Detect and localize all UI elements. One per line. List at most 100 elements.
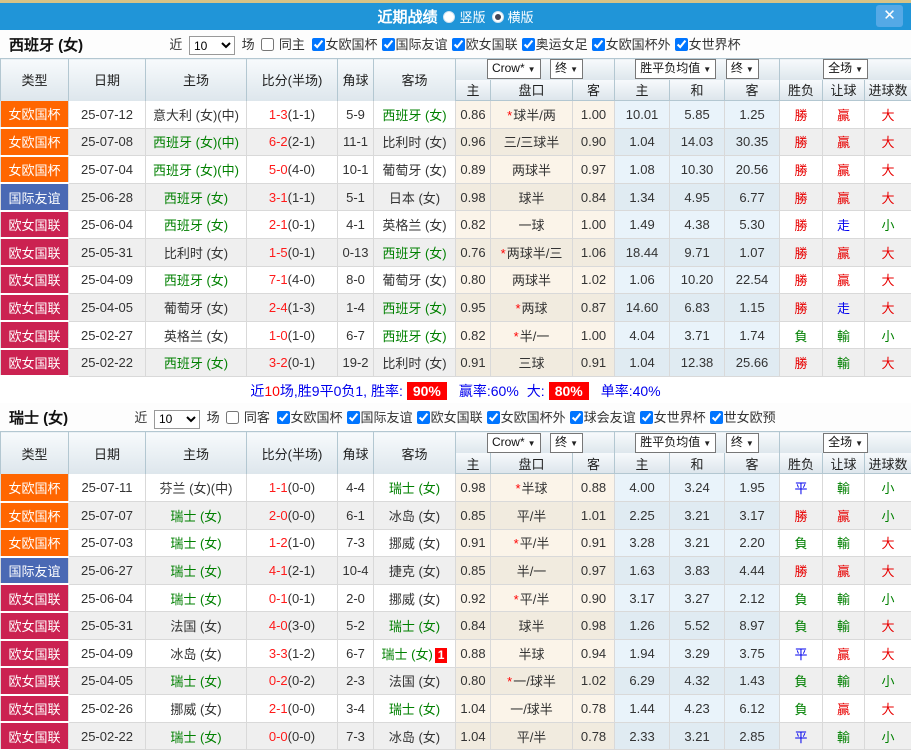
- avg-home-odds: 1.49: [614, 210, 671, 239]
- corners: 19-2: [337, 348, 374, 377]
- avg-away-odds: 6.77: [724, 183, 781, 212]
- competition-filter[interactable]: 女世界杯: [672, 37, 741, 52]
- home-odds: 0.91: [455, 529, 491, 558]
- match-type-badge: 欧女国联: [0, 611, 69, 641]
- competition-checkbox[interactable]: [591, 38, 605, 51]
- handicap-outcome: 贏: [822, 238, 866, 267]
- handicap-line: *一/球半: [490, 667, 573, 696]
- competition-checkbox[interactable]: [486, 411, 500, 425]
- handicap-outcome: 輸: [822, 667, 866, 696]
- match-count-select[interactable]: 10: [189, 36, 235, 56]
- match-score: 1-2(1-0): [246, 529, 338, 558]
- match-row: 欧女国联 25-04-05 瑞士 (女) 0-2(0-2) 2-3 法国 (女) 0.80 *…: [0, 667, 911, 696]
- competition-filter[interactable]: 球会友谊: [567, 410, 636, 425]
- corners: 1-4: [337, 293, 374, 322]
- result-outcome: 平: [779, 473, 824, 503]
- close-icon[interactable]: ✕: [876, 5, 903, 27]
- competition-checkbox[interactable]: [311, 38, 325, 51]
- competition-label: 欧女国联: [430, 410, 483, 426]
- away-team: 瑞士 (女): [373, 694, 456, 723]
- avg-away-odds: 2.12: [724, 584, 781, 613]
- match-score: 2-0(0-0): [246, 501, 338, 530]
- competition-filter[interactable]: 女欧国杯: [274, 410, 343, 425]
- odds-source-dropdown[interactable]: Crow* ▼: [486, 59, 541, 80]
- competition-filter[interactable]: 女世界杯: [637, 410, 706, 425]
- competition-checkbox[interactable]: [276, 411, 290, 425]
- handicap-line: 半球: [490, 639, 573, 668]
- avg-draw-odds: 5.85: [669, 100, 726, 129]
- match-date: 25-07-03: [68, 529, 146, 558]
- vertical-layout-label[interactable]: 竖版: [459, 7, 485, 26]
- match-row: 国际友谊 25-06-27 瑞士 (女) 4-1(2-1) 10-4 捷克 (女) 0.85…: [0, 556, 911, 586]
- avg-away-odds: 4.44: [724, 556, 781, 585]
- competition-checkbox[interactable]: [451, 38, 465, 51]
- match-date: 25-05-31: [68, 611, 146, 640]
- odds-source-dropdown[interactable]: Crow* ▼: [486, 432, 541, 453]
- home-team: 葡萄牙 (女): [145, 293, 247, 322]
- competition-checkbox[interactable]: [709, 411, 723, 425]
- competition-checkbox[interactable]: [639, 411, 653, 425]
- section-spain-filter-row: 西班牙 (女) 近 10 场 同主 女欧国杯 国际友谊 欧女国联 奥运女足 女欧国杯外女…: [0, 30, 911, 58]
- away-team: 瑞士 (女): [373, 611, 456, 640]
- competition-checkbox[interactable]: [521, 38, 535, 51]
- corners: 0-13: [337, 238, 374, 267]
- match-date: 25-06-28: [68, 183, 146, 212]
- match-score: 0-1(0-1): [246, 584, 338, 613]
- competition-filter[interactable]: 女欧国杯外: [589, 37, 671, 52]
- spain-results-table: 类型 日期 主场 比分(半场) 角球 客场 Crow* ▼ 终 ▼ 胜平负均值 ▼ 终…: [0, 58, 911, 378]
- vertical-layout-radio[interactable]: [443, 10, 456, 23]
- competition-label: 世女欧预: [723, 410, 776, 426]
- match-row: 欧女国联 25-02-22 西班牙 (女) 3-2(0-1) 19-2 比利时 (女) 0.…: [0, 348, 911, 378]
- competition-checkbox[interactable]: [381, 38, 395, 51]
- avg-draw-odds: 10.30: [669, 155, 726, 184]
- horizontal-layout-label[interactable]: 横版: [508, 7, 534, 26]
- competition-filter[interactable]: 女欧国杯外: [484, 410, 566, 425]
- match-type-badge: 欧女国联: [0, 210, 69, 240]
- avg-home-odds: 3.28: [614, 529, 671, 558]
- competition-checkbox[interactable]: [416, 411, 430, 425]
- scope-dropdown[interactable]: 全场 ▼: [823, 59, 868, 80]
- goals-outcome: 大: [864, 128, 911, 157]
- handicap-outcome: 贏: [822, 155, 866, 184]
- match-date: 25-04-09: [68, 266, 146, 295]
- away-team: 比利时 (女): [373, 348, 456, 377]
- home-team: 英格兰 (女): [145, 321, 247, 350]
- competition-checkbox[interactable]: [569, 411, 583, 425]
- avg-dropdown[interactable]: 胜平负均值 ▼: [635, 432, 717, 453]
- competition-filter[interactable]: 欧女国联: [414, 410, 483, 425]
- competition-filter[interactable]: 国际友谊: [344, 410, 413, 425]
- odds-final-dropdown[interactable]: 终 ▼: [550, 432, 584, 453]
- handicap-line: *平/半: [490, 529, 573, 558]
- away-odds: 1.01: [571, 501, 616, 530]
- same-home-label: 同主: [278, 37, 305, 52]
- home-team: 西班牙 (女)(中): [145, 155, 247, 184]
- avg-dropdown[interactable]: 胜平负均值 ▼: [635, 59, 717, 80]
- avg-home-odds: 1.04: [614, 128, 671, 157]
- scope-dropdown[interactable]: 全场 ▼: [823, 432, 868, 453]
- match-type-badge: 欧女国联: [0, 238, 69, 268]
- competition-filter[interactable]: 欧女国联: [449, 37, 518, 52]
- same-home-checkbox[interactable]: [261, 38, 275, 51]
- competition-checkbox[interactable]: [674, 38, 688, 51]
- match-count-select[interactable]: 10: [154, 409, 200, 429]
- avg-final-dropdown[interactable]: 终 ▼: [725, 59, 759, 80]
- competition-checkbox[interactable]: [346, 411, 360, 425]
- avg-home-odds: 1.06: [614, 266, 671, 295]
- competition-filter[interactable]: 世女欧预: [707, 410, 776, 425]
- competition-filter[interactable]: 国际友谊: [379, 37, 448, 52]
- match-date: 25-04-09: [68, 639, 146, 668]
- competition-filter[interactable]: 奥运女足: [519, 37, 588, 52]
- away-odds: 1.06: [571, 238, 616, 267]
- card-badge: 1: [434, 647, 448, 663]
- competition-filter[interactable]: 女欧国杯: [309, 37, 378, 52]
- avg-final-dropdown[interactable]: 终 ▼: [725, 432, 759, 453]
- match-score: 0-2(0-2): [246, 667, 338, 696]
- same-away-checkbox[interactable]: [226, 411, 240, 425]
- horizontal-layout-radio[interactable]: [491, 10, 504, 23]
- avg-away-odds: 3.75: [724, 639, 781, 668]
- corners: 4-4: [337, 473, 374, 503]
- odds-final-dropdown[interactable]: 终 ▼: [550, 59, 584, 80]
- home-team: 法国 (女): [145, 611, 247, 640]
- corners: 2-0: [337, 584, 374, 613]
- match-row: 欧女国联 25-06-04 西班牙 (女) 2-1(0-1) 4-1 英格兰 (女) 0.8…: [0, 210, 911, 240]
